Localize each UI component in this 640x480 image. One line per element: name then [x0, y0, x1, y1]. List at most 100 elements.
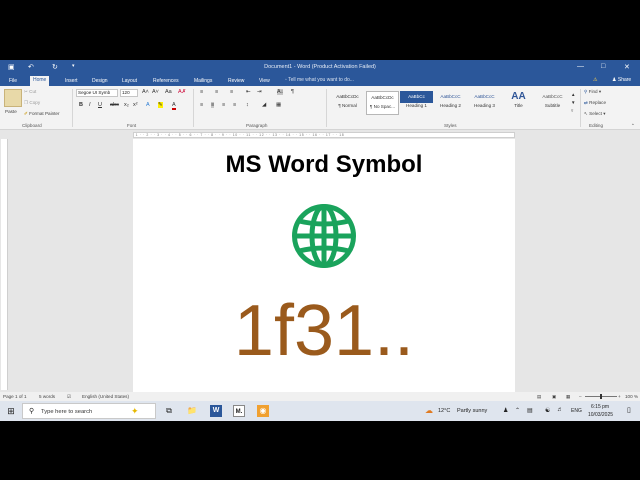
copy-button[interactable]: ❐ Copy: [24, 100, 40, 106]
bold-icon[interactable]: B: [79, 102, 83, 108]
language-button[interactable]: ENG: [571, 408, 582, 414]
tab-file[interactable]: File: [6, 77, 20, 86]
line-spacing-icon[interactable]: ↕: [246, 102, 249, 108]
tab-review[interactable]: Review: [225, 77, 247, 86]
zoom-level[interactable]: 100 %: [625, 394, 638, 399]
bullets-icon[interactable]: ≡: [200, 89, 203, 95]
increase-indent-icon[interactable]: ⇥: [257, 89, 262, 95]
italic-icon[interactable]: I: [89, 102, 91, 108]
word-app-icon[interactable]: W: [210, 405, 222, 417]
close-icon[interactable]: ✕: [624, 63, 630, 71]
style-heading-3[interactable]: AaBbCcC Heading 3: [468, 91, 501, 115]
cut-button[interactable]: ✂ Cut: [24, 89, 36, 95]
symbol-code-text[interactable]: 1f31..: [133, 291, 515, 371]
format-painter-button[interactable]: ✐ Format Painter: [24, 111, 60, 117]
weather-text[interactable]: Partly sunny: [457, 408, 487, 414]
tab-home[interactable]: Home: [30, 76, 50, 86]
font-size-select[interactable]: 120: [120, 89, 138, 97]
file-explorer-icon[interactable]: 📁: [186, 405, 198, 417]
justify-icon[interactable]: ≡: [233, 102, 236, 108]
app-orange-icon[interactable]: ◉: [257, 405, 269, 417]
subscript-icon[interactable]: x₂: [124, 102, 129, 108]
document-page[interactable]: MS Word Symbol 1f31..: [133, 139, 515, 392]
styles-scroll-down-icon[interactable]: ▼: [571, 100, 575, 105]
find-button[interactable]: ⚲ Find ▾: [584, 89, 601, 95]
style-heading-1[interactable]: AaBbCc Heading 1: [400, 91, 433, 115]
minimize-icon[interactable]: —: [577, 63, 584, 70]
paste-icon[interactable]: [4, 89, 22, 107]
font-family-select[interactable]: Segoe UI Symb: [76, 89, 118, 97]
weather-icon[interactable]: ☁: [425, 406, 433, 415]
underline-icon[interactable]: U: [98, 102, 102, 108]
style-title[interactable]: AA Title: [502, 91, 535, 115]
align-right-icon[interactable]: ≡: [222, 102, 225, 108]
paste-button[interactable]: Paste: [5, 109, 17, 114]
grow-font-icon[interactable]: A˄: [142, 89, 149, 95]
shading-icon[interactable]: ◢: [262, 102, 266, 108]
align-center-icon[interactable]: ≡: [211, 102, 215, 108]
tab-layout[interactable]: Layout: [119, 77, 140, 86]
superscript-icon[interactable]: x²: [133, 102, 138, 108]
people-icon[interactable]: ♟: [503, 407, 508, 414]
windows-start-icon[interactable]: ⊞: [5, 405, 17, 417]
zoom-in-icon[interactable]: +: [618, 394, 621, 399]
zoom-out-icon[interactable]: –: [579, 394, 582, 399]
copilot-sparkle-icon[interactable]: ✦: [131, 406, 139, 417]
multilevel-list-icon[interactable]: ≡: [230, 89, 233, 95]
style-subtitle[interactable]: AaBbCcC Subtitle: [536, 91, 569, 115]
maximize-icon[interactable]: □: [601, 63, 605, 70]
wifi-icon[interactable]: ☯: [545, 407, 550, 414]
word-count[interactable]: 5 words: [39, 394, 55, 399]
clear-formatting-icon[interactable]: A✗: [178, 89, 186, 95]
shrink-font-icon[interactable]: A˅: [152, 89, 159, 95]
style-no-spacing[interactable]: AaBbCcDc ¶ No Spac...: [366, 91, 399, 115]
volume-icon[interactable]: ♬: [557, 407, 563, 413]
print-layout-icon[interactable]: ▣: [552, 394, 556, 400]
tab-mailings[interactable]: Mailings: [191, 77, 215, 86]
chevron-up-icon[interactable]: ⌃: [515, 407, 520, 414]
styles-scroll-up-icon[interactable]: ▲: [571, 92, 575, 97]
globe-icon[interactable]: [291, 203, 357, 269]
warning-icon[interactable]: ⚠: [593, 77, 597, 83]
proofing-icon[interactable]: ☑: [67, 394, 71, 400]
language-indicator[interactable]: English (United States): [82, 394, 129, 399]
web-layout-icon[interactable]: ▦: [566, 394, 570, 400]
task-view-icon[interactable]: ⧉: [163, 405, 175, 417]
borders-icon[interactable]: ▦: [276, 102, 281, 108]
notification-icon[interactable]: ▯: [627, 406, 631, 414]
tab-insert[interactable]: Insert: [62, 77, 81, 86]
network-icon[interactable]: ▤: [527, 407, 533, 414]
weather-temp[interactable]: 12°C: [438, 408, 450, 414]
tell-me-box[interactable]: ◦ Tell me what you want to do...: [285, 77, 354, 83]
sort-icon[interactable]: A↓: [277, 89, 284, 95]
horizontal-ruler[interactable]: 1 · · 2 · · 3 · · 4 · · 5 · · 6 · · 7 · …: [0, 131, 640, 139]
page-count[interactable]: Page 1 of 1: [3, 394, 27, 399]
select-button[interactable]: ↖ Select ▾: [584, 111, 606, 117]
clock-time[interactable]: 6:15 pm: [591, 404, 609, 410]
read-mode-icon[interactable]: ▤: [537, 394, 541, 400]
tab-references[interactable]: References: [150, 77, 182, 86]
styles-more-icon[interactable]: ▿: [571, 108, 573, 114]
tab-design[interactable]: Design: [89, 77, 111, 86]
numbering-icon[interactable]: ≡: [215, 89, 218, 95]
search-box[interactable]: ⚲ Type here to search ✦: [22, 403, 156, 419]
replace-button[interactable]: ⇄ Replace: [584, 100, 606, 106]
style-heading-2[interactable]: AaBbCcC Heading 2: [434, 91, 467, 115]
strikethrough-icon[interactable]: abc: [110, 102, 119, 108]
show-formatting-icon[interactable]: ¶: [291, 89, 294, 95]
text-effects-icon[interactable]: A: [146, 102, 150, 108]
style-normal[interactable]: AaBbCcDc ¶ Normal: [331, 91, 364, 115]
tab-view[interactable]: View: [256, 77, 273, 86]
document-heading[interactable]: MS Word Symbol: [133, 151, 515, 179]
share-button[interactable]: ♟ Share: [612, 77, 631, 83]
vertical-ruler[interactable]: [1, 139, 8, 390]
clock-date[interactable]: 10/03/2025: [588, 412, 613, 418]
decrease-indent-icon[interactable]: ⇤: [246, 89, 251, 95]
change-case-icon[interactable]: Aa: [165, 89, 172, 95]
app-m-icon[interactable]: M.: [233, 405, 245, 417]
font-color-icon[interactable]: A: [172, 102, 176, 110]
collapse-ribbon-icon[interactable]: ⌃: [631, 123, 635, 129]
align-left-icon[interactable]: ≡: [200, 102, 203, 108]
zoom-slider-thumb[interactable]: [600, 394, 602, 399]
highlight-icon[interactable]: ✎: [158, 102, 163, 108]
